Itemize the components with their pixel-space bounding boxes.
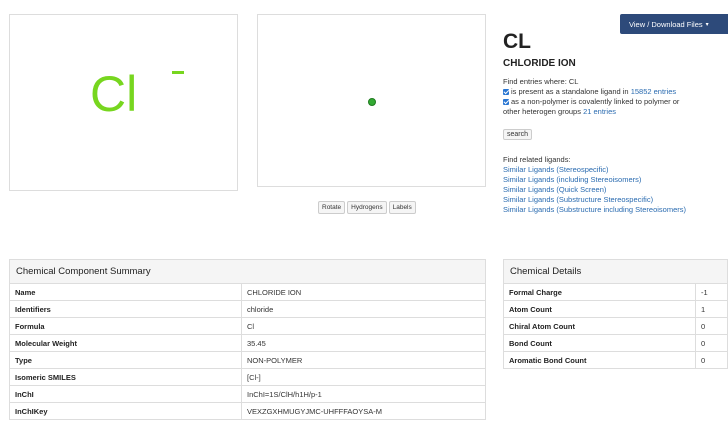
find-entries-label: Find entries where: CL [503,77,579,86]
rotate-button[interactable]: Rotate [318,201,346,215]
covalent-entries-link[interactable]: 21 entries [583,107,616,116]
checkbox-checked-icon[interactable] [503,99,509,105]
option2-text: as a non-polymer is covalently linked to… [511,97,680,106]
row-key: InChIKey [9,402,242,420]
row-key: Isomeric SMILES [9,368,242,386]
labels-button[interactable]: Labels [388,201,416,215]
hydrogens-button[interactable]: Hydrogens [347,201,387,215]
find-option-covalent-cont: other heterogen groups 21 entries [503,107,616,117]
table-row: Formula Cl [9,317,486,335]
details-title: Chemical Details [503,259,728,284]
row-value: 0 [695,317,728,335]
table-row: InChIKey VEXZGXHMUGYJMC-UHFFFAOYSA-M [9,402,486,420]
table-row: Aromatic Bond Count 0 [503,351,728,369]
similar-ligands-quick-screen-link[interactable]: Similar Ligands (Quick Screen) [503,185,686,195]
table-row: Atom Count 1 [503,300,728,318]
related-ligands: Find related ligands: Similar Ligands (S… [503,155,686,215]
option1-text: is present as a standalone ligand in [511,87,629,96]
table-row: Identifiers chloride [9,300,486,318]
option2-text-cont: other heterogen groups [503,107,581,116]
row-value: NON-POLYMER [241,351,486,369]
table-row: Isomeric SMILES [Cl-] [9,368,486,386]
row-key: Formal Charge [503,283,696,301]
chlorine-atom-sphere [368,98,376,106]
row-key: Formula [9,317,242,335]
row-key: Aromatic Bond Count [503,351,696,369]
table-row: Chiral Atom Count 0 [503,317,728,335]
similar-ligands-stereospecific-link[interactable]: Similar Ligands (Stereospecific) [503,165,686,175]
row-value: chloride [241,300,486,318]
row-key: Atom Count [503,300,696,318]
row-key: InChI [9,385,242,403]
related-ligands-label: Find related ligands: [503,155,571,164]
similar-ligands-stereoisomers-link[interactable]: Similar Ligands (including Stereoisomers… [503,175,686,185]
table-row: Formal Charge -1 [503,283,728,301]
view-download-files-button[interactable]: View / Download Files ▾ [620,14,728,34]
row-value: InChI=1S/ClH/h1H/p-1 [241,385,486,403]
structure-charge [172,71,184,74]
checkbox-checked-icon[interactable] [503,89,509,95]
row-key: Bond Count [503,334,696,352]
row-key: Molecular Weight [9,334,242,352]
structure-formula: Cl [90,66,138,122]
row-value: [Cl-] [241,368,486,386]
ligand-name: CHLORIDE ION [503,58,576,69]
chemical-details-table: Chemical Details Formal Charge -1 Atom Co… [503,259,728,369]
row-value: 0 [695,334,728,352]
structure-2d-image: Cl [9,14,238,191]
table-row: Name CHLORIDE ION [9,283,486,301]
table-row: InChI InChI=1S/ClH/h1H/p-1 [9,385,486,403]
table-row: Bond Count 0 [503,334,728,352]
summary-title: Chemical Component Summary [9,259,486,284]
row-key: Type [9,351,242,369]
download-button-label: View / Download Files [629,19,703,29]
search-button[interactable]: search [503,129,533,140]
row-value: CHLORIDE ION [241,283,486,301]
row-value: Cl [241,317,486,335]
caret-down-icon: ▾ [705,21,709,28]
row-key: Chiral Atom Count [503,317,696,335]
row-value: 35.45 [241,334,486,352]
find-option-standalone[interactable]: is present as a standalone ligand in 158… [503,87,676,97]
row-key: Name [9,283,242,301]
similar-ligands-substructure-stereoisomers-link[interactable]: Similar Ligands (Substructure including … [503,205,686,215]
row-value: 0 [695,351,728,369]
similar-ligands-substructure-stereospecific-link[interactable]: Similar Ligands (Substructure Stereospec… [503,195,686,205]
standalone-entries-link[interactable]: 15852 entries [631,87,676,96]
find-option-covalent[interactable]: as a non-polymer is covalently linked to… [503,97,679,107]
row-key: Identifiers [9,300,242,318]
chemical-component-summary-table: Chemical Component Summary Name CHLORIDE … [9,259,486,420]
row-value: 1 [695,300,728,318]
row-value: VEXZGXHMUGYJMC-UHFFFAOYSA-M [241,402,486,420]
viewer-toolbar: Rotate Hydrogens Labels [318,201,416,215]
row-value: -1 [695,283,728,301]
ligand-id-title: CL [503,30,531,53]
table-row: Type NON-POLYMER [9,351,486,369]
table-row: Molecular Weight 35.45 [9,334,486,352]
